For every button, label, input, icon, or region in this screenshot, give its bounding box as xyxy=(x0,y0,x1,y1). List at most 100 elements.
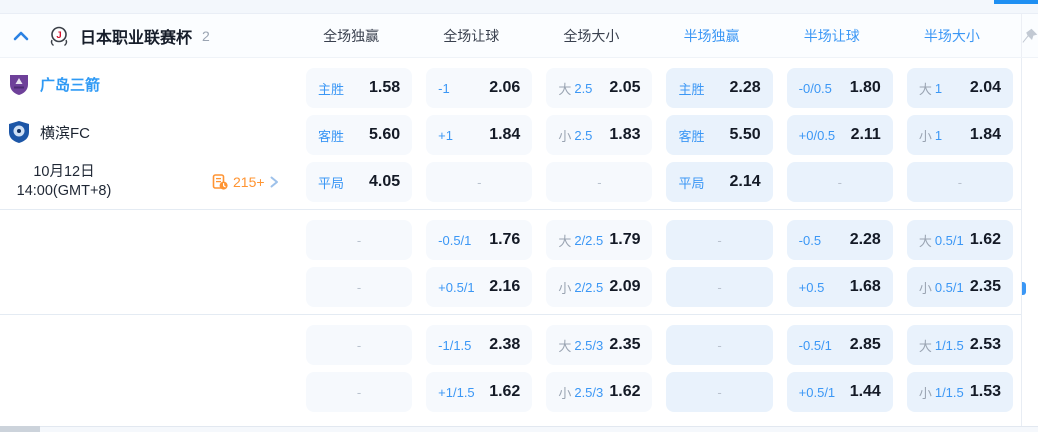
odds-label: 2/2.5 xyxy=(574,280,603,295)
odds-cell[interactable]: 小2.5/31.62 xyxy=(546,372,652,412)
home-team-row[interactable]: 广岛三箭 xyxy=(8,72,100,96)
odds-value: 2.35 xyxy=(970,278,1001,296)
odds-cell[interactable]: 客胜5.60 xyxy=(306,115,412,155)
odds-label: 平局 xyxy=(678,173,704,192)
bottom-strip xyxy=(0,426,1038,432)
more-markets-link[interactable]: 215+ xyxy=(212,174,279,190)
ou-direction-label: 大 xyxy=(919,231,932,250)
match-content: 广岛三箭 横滨FC 10月12日 14:00(GMT+8) xyxy=(0,58,1038,426)
odds-label: 1/1.5 xyxy=(935,338,964,353)
odds-label: -0/0.5 xyxy=(799,81,832,96)
odds-cell[interactable]: 主胜1.58 xyxy=(306,68,412,108)
odds-row: 客胜5.60 +11.84 小2.51.83 客胜 5.50 +0/0.52.11 小1 1.… xyxy=(306,115,1013,155)
odds-cell: - xyxy=(787,162,893,202)
odds-cell[interactable]: 大2.5/3 2.35 xyxy=(546,325,652,365)
ou-direction-label: 大 xyxy=(558,336,571,355)
odds-label: -0.5 xyxy=(799,233,821,248)
pin-box[interactable] xyxy=(1021,14,1038,57)
edge-partial-icon xyxy=(1022,282,1026,295)
odds-cell: - xyxy=(907,162,1013,202)
odds-value: 1.53 xyxy=(970,383,1001,401)
odds-cell[interactable]: 客胜 5.50 xyxy=(666,115,772,155)
odds-cell: - xyxy=(666,267,772,307)
odds-cell[interactable]: -0.5/1 1.76 xyxy=(426,220,532,260)
odds-row: -+1/1.51.62小2.5/31.62-+0.5/11.44小1/1.51.… xyxy=(306,372,1013,412)
odds-cell[interactable]: 平局2.14 xyxy=(666,162,772,202)
ou-direction-label: 小 xyxy=(919,126,932,145)
odds-label: 平局 xyxy=(318,173,344,192)
odds-value: 1.84 xyxy=(970,126,1001,144)
odds-cell[interactable]: 小2/2.5 2.09 xyxy=(546,267,652,307)
odds-cell[interactable]: -0/0.5 1.80 xyxy=(787,68,893,108)
odds-value: 1.84 xyxy=(489,126,520,144)
odds-cell[interactable]: 平局 4.05 xyxy=(306,162,412,202)
odds-cell[interactable]: 大2.52.05 xyxy=(546,68,652,108)
odds-label: +0.5/1 xyxy=(799,385,836,400)
odds-cell[interactable]: -1/1.52.38 xyxy=(426,325,532,365)
odds-label: +0/0.5 xyxy=(799,128,836,143)
odds-cell[interactable]: +0.5/12.16 xyxy=(426,267,532,307)
odds-cell[interactable]: +11.84 xyxy=(426,115,532,155)
odds-cell[interactable]: 小1/1.51.53 xyxy=(907,372,1013,412)
odds-cell: - xyxy=(666,220,772,260)
odds-value: 5.50 xyxy=(730,126,761,144)
ou-direction-label: 小 xyxy=(558,278,571,297)
odds-row: 主胜1.58 -12.06 大2.52.05 主胜2.28 -0/0.5 1.80 大12.… xyxy=(306,68,1013,108)
odds-label: 2.5/3 xyxy=(574,385,603,400)
odds-cell[interactable]: -0.5/12.85 xyxy=(787,325,893,365)
ou-direction-label: 大 xyxy=(558,231,571,250)
odds-value: 2.16 xyxy=(489,278,520,296)
next-section-edge xyxy=(40,426,1038,432)
odds-label: -0.5/1 xyxy=(438,233,471,248)
odds-cell[interactable]: 主胜2.28 xyxy=(666,68,772,108)
odds-cell[interactable]: 小1 1.84 xyxy=(907,115,1013,155)
odds-value: 1.68 xyxy=(850,278,881,296)
bottom-corner xyxy=(0,426,40,432)
odds-cell[interactable]: +0.51.68 xyxy=(787,267,893,307)
odds-value: 2.38 xyxy=(489,336,520,354)
kickoff-clock: 14:00(GMT+8) xyxy=(5,182,123,201)
kickoff-date: 10月12日 xyxy=(5,163,123,182)
odds-cell[interactable]: +0.5/11.44 xyxy=(787,372,893,412)
odds-cell[interactable]: 大12.04 xyxy=(907,68,1013,108)
odds-value: 1.62 xyxy=(609,383,640,401)
odds-value: 2.06 xyxy=(489,79,520,97)
odds-row: -+0.5/12.16小2/2.52.09-+0.51.68小0.5/12.35 xyxy=(306,267,1013,307)
odds-label: 客胜 xyxy=(318,126,344,145)
odds-cell[interactable]: 大0.5/11.62 xyxy=(907,220,1013,260)
odds-cell: - xyxy=(306,220,412,260)
odds-value: 2.35 xyxy=(609,336,640,354)
odds-label: +1/1.5 xyxy=(438,385,475,400)
odds-value: 1.76 xyxy=(489,231,520,249)
group-divider xyxy=(306,209,1013,210)
odds-value: 2.85 xyxy=(850,336,881,354)
odds-cell[interactable]: 大2/2.51.79 xyxy=(546,220,652,260)
collapse-button[interactable] xyxy=(12,27,30,45)
odds-value: 2.09 xyxy=(609,278,640,296)
away-team-row[interactable]: 横滨FC xyxy=(8,120,90,144)
odds-cell: - xyxy=(426,162,532,202)
odds-cell[interactable]: -12.06 xyxy=(426,68,532,108)
top-strip xyxy=(0,0,1038,14)
group-divider xyxy=(306,314,1013,315)
odds-value: 1.83 xyxy=(609,126,640,144)
column-header: 全场大小 xyxy=(546,26,652,46)
column-header: 半场让球 xyxy=(787,26,893,46)
odds-value: 1.80 xyxy=(850,79,881,97)
match-info-panel: 广岛三箭 横滨FC 10月12日 14:00(GMT+8) xyxy=(0,58,302,426)
odds-cell[interactable]: 大1/1.52.53 xyxy=(907,325,1013,365)
odds-label: 客胜 xyxy=(678,126,704,145)
column-header: 全场让球 xyxy=(426,26,532,46)
odds-cell[interactable]: +1/1.51.62 xyxy=(426,372,532,412)
away-team-name: 横滨FC xyxy=(40,122,90,143)
odds-label: 1 xyxy=(935,128,942,143)
odds-cell[interactable]: 小2.51.83 xyxy=(546,115,652,155)
odds-cell[interactable]: 小0.5/12.35 xyxy=(907,267,1013,307)
odds-cell[interactable]: -0.52.28 xyxy=(787,220,893,260)
odds-label: 0.5/1 xyxy=(935,280,964,295)
odds-value: 4.05 xyxy=(369,173,400,191)
odds-cell: - xyxy=(666,325,772,365)
odds-cell[interactable]: +0/0.52.11 xyxy=(787,115,893,155)
odds-value: 2.04 xyxy=(970,79,1001,97)
odds-label: 2.5/3 xyxy=(574,338,603,353)
